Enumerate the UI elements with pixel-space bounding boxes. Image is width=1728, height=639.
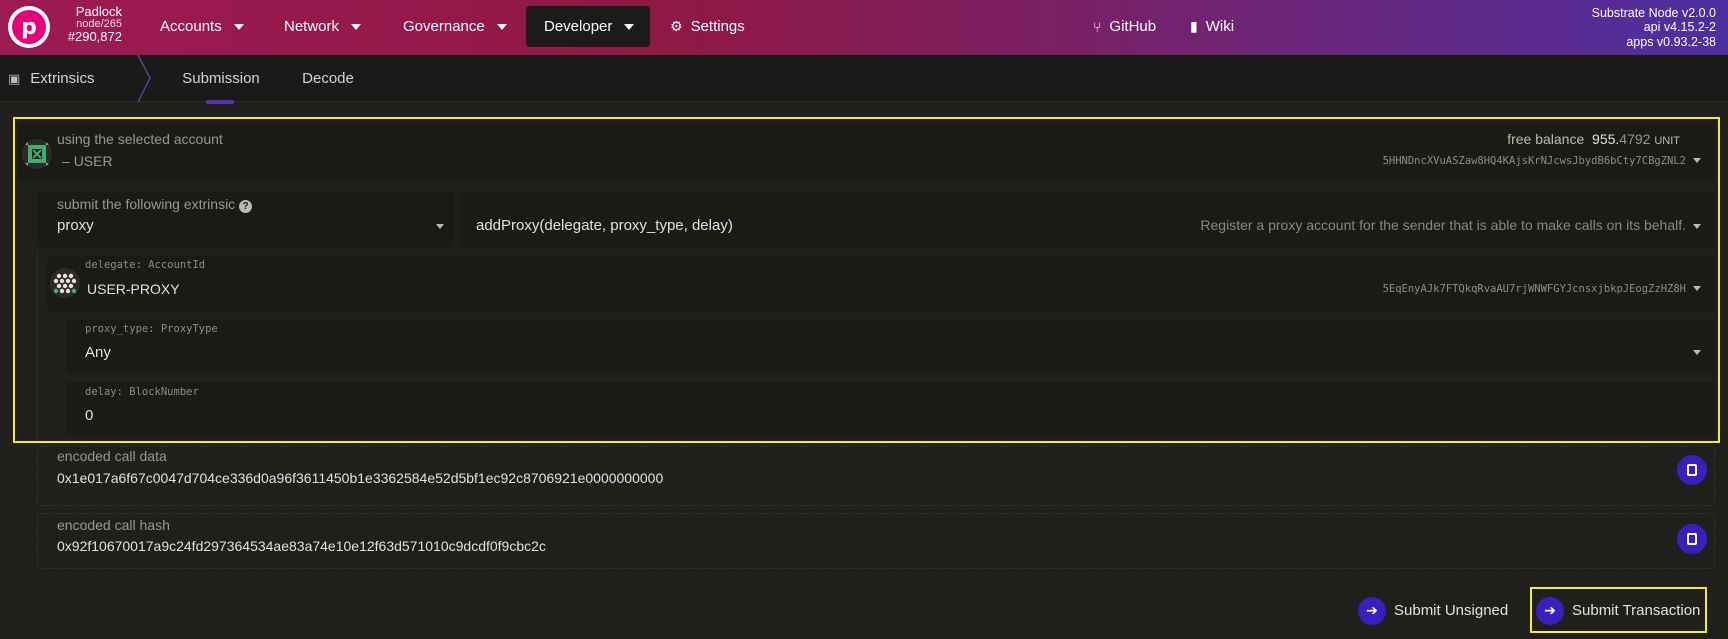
- tab-decode-label: Decode: [302, 70, 354, 87]
- params-highlight-box: [13, 117, 1720, 443]
- encoded-call-hash-label: encoded call hash: [57, 517, 170, 533]
- nav-wiki-label: Wiki: [1205, 18, 1235, 35]
- nav-network[interactable]: Network: [266, 6, 379, 47]
- book-icon: ▮: [1190, 18, 1198, 34]
- nav-accounts-label: Accounts: [160, 18, 222, 35]
- code-branch-icon: ⑂: [1093, 18, 1102, 35]
- copy-icon: [1687, 464, 1697, 476]
- chain-block-number: #290,872: [67, 29, 122, 45]
- nav-settings[interactable]: ⚙ Settings: [652, 6, 763, 47]
- submit-unsigned-label: Submit Unsigned: [1394, 602, 1509, 619]
- chain-name: Padlock: [75, 4, 122, 19]
- chevron-down-icon: [624, 23, 635, 30]
- tab-submission[interactable]: Submission: [176, 55, 266, 104]
- submit-unsigned-button[interactable]: ➔ Submit Unsigned: [1358, 591, 1508, 630]
- inbox-icon: ▣: [8, 70, 21, 86]
- sign-in-icon: ➔: [1358, 596, 1386, 625]
- encoded-call-data-label: encoded call data: [57, 448, 167, 464]
- chain-info[interactable]: Padlock node/265 #290,872: [52, 5, 122, 44]
- node-version-info: Substrate Node v2.0.0 api v4.15.2-2 apps…: [1592, 6, 1716, 49]
- encoded-call-data: 0x1e017a6f67c0047d704ce336d0a96f3611450b…: [57, 470, 664, 486]
- chain-logo-icon[interactable]: p: [8, 6, 50, 48]
- nav-developer-label: Developer: [544, 18, 613, 35]
- nav-github-label: GitHub: [1109, 18, 1157, 35]
- encoded-call-hash: 0x92f10670017a9c24fd297364534ae83a74e10e…: [57, 538, 546, 554]
- api-version: api v4.15.2-2: [1643, 20, 1716, 35]
- chevron-down-icon: [233, 23, 244, 30]
- nav-wiki[interactable]: ▮ Wiki: [1172, 6, 1252, 47]
- chevron-down-icon: [496, 23, 507, 30]
- apps-version: apps v0.93.2-38: [1626, 34, 1716, 49]
- section-title: ▣ Extrinsics: [8, 55, 94, 102]
- nav-settings-label: Settings: [690, 18, 745, 35]
- tab-submission-label: Submission: [182, 70, 260, 87]
- breadcrumb-chevron-icon: [137, 55, 151, 102]
- chain-logo-letter: p: [12, 10, 46, 44]
- nav-accounts[interactable]: Accounts: [142, 6, 262, 47]
- copy-icon: [1687, 533, 1697, 545]
- nav-developer[interactable]: Developer: [526, 6, 650, 47]
- section-title-label: Extrinsics: [30, 70, 95, 87]
- gears-icon: ⚙: [670, 18, 683, 34]
- copy-call-hash-button[interactable]: [1677, 524, 1707, 554]
- chain-node-version: node/265: [76, 17, 122, 30]
- sub-tabs-bar: ▣ Extrinsics Submission Decode: [0, 55, 1728, 104]
- nav-governance[interactable]: Governance: [385, 6, 525, 47]
- tab-decode[interactable]: Decode: [298, 55, 358, 102]
- copy-call-data-button[interactable]: [1677, 455, 1707, 485]
- node-version: Substrate Node v2.0.0: [1591, 6, 1716, 20]
- submit-highlight-box: [1530, 587, 1707, 633]
- nav-github[interactable]: ⑂ GitHub: [1075, 6, 1174, 47]
- nav-network-label: Network: [284, 18, 340, 35]
- nav-governance-label: Governance: [403, 18, 485, 35]
- chevron-down-icon: [351, 23, 362, 30]
- top-navigation-bar: p Padlock node/265 #290,872 Accounts Net…: [0, 0, 1728, 55]
